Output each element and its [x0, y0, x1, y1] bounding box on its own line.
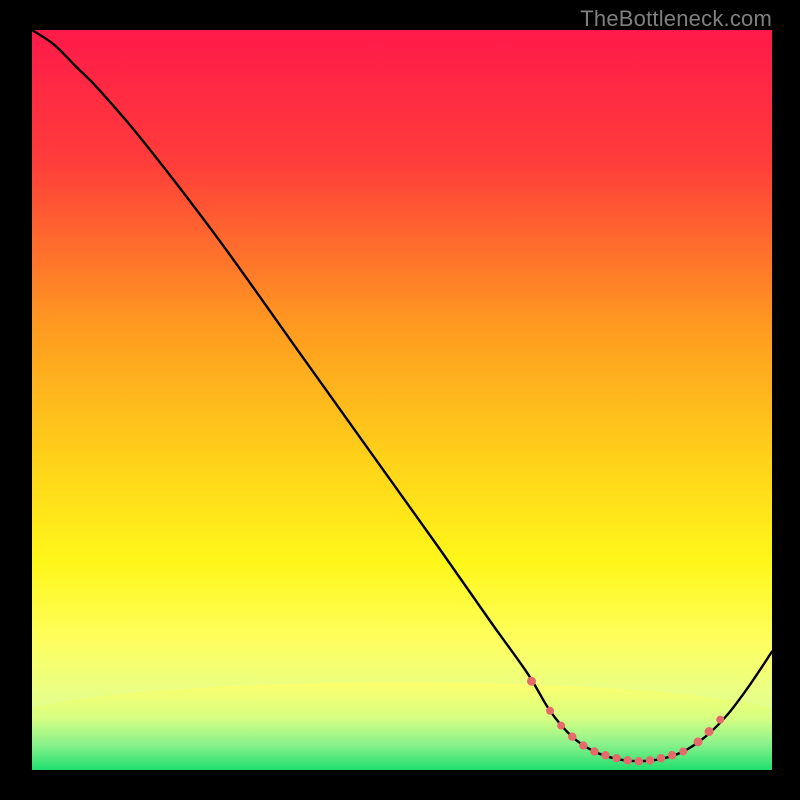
curve-marker — [579, 741, 587, 749]
curve-marker — [568, 733, 576, 741]
curve-marker — [624, 756, 632, 764]
curve-marker — [590, 747, 598, 755]
curve-marker — [646, 756, 654, 764]
curve-marker — [546, 707, 554, 715]
chart-plot — [32, 30, 772, 770]
curve-marker — [705, 727, 714, 736]
watermark-text: TheBottleneck.com — [580, 6, 772, 32]
curve-marker — [657, 754, 665, 762]
curve-marker — [668, 751, 676, 759]
curve-marker — [679, 748, 687, 756]
chart-stage: TheBottleneck.com — [0, 0, 800, 800]
curve-marker — [601, 751, 609, 759]
curve-marker — [716, 716, 724, 724]
curve-marker — [694, 737, 703, 746]
curve-marker — [527, 677, 536, 686]
curve-marker — [612, 754, 620, 762]
curve-marker — [557, 722, 565, 730]
curve-marker — [635, 757, 643, 765]
